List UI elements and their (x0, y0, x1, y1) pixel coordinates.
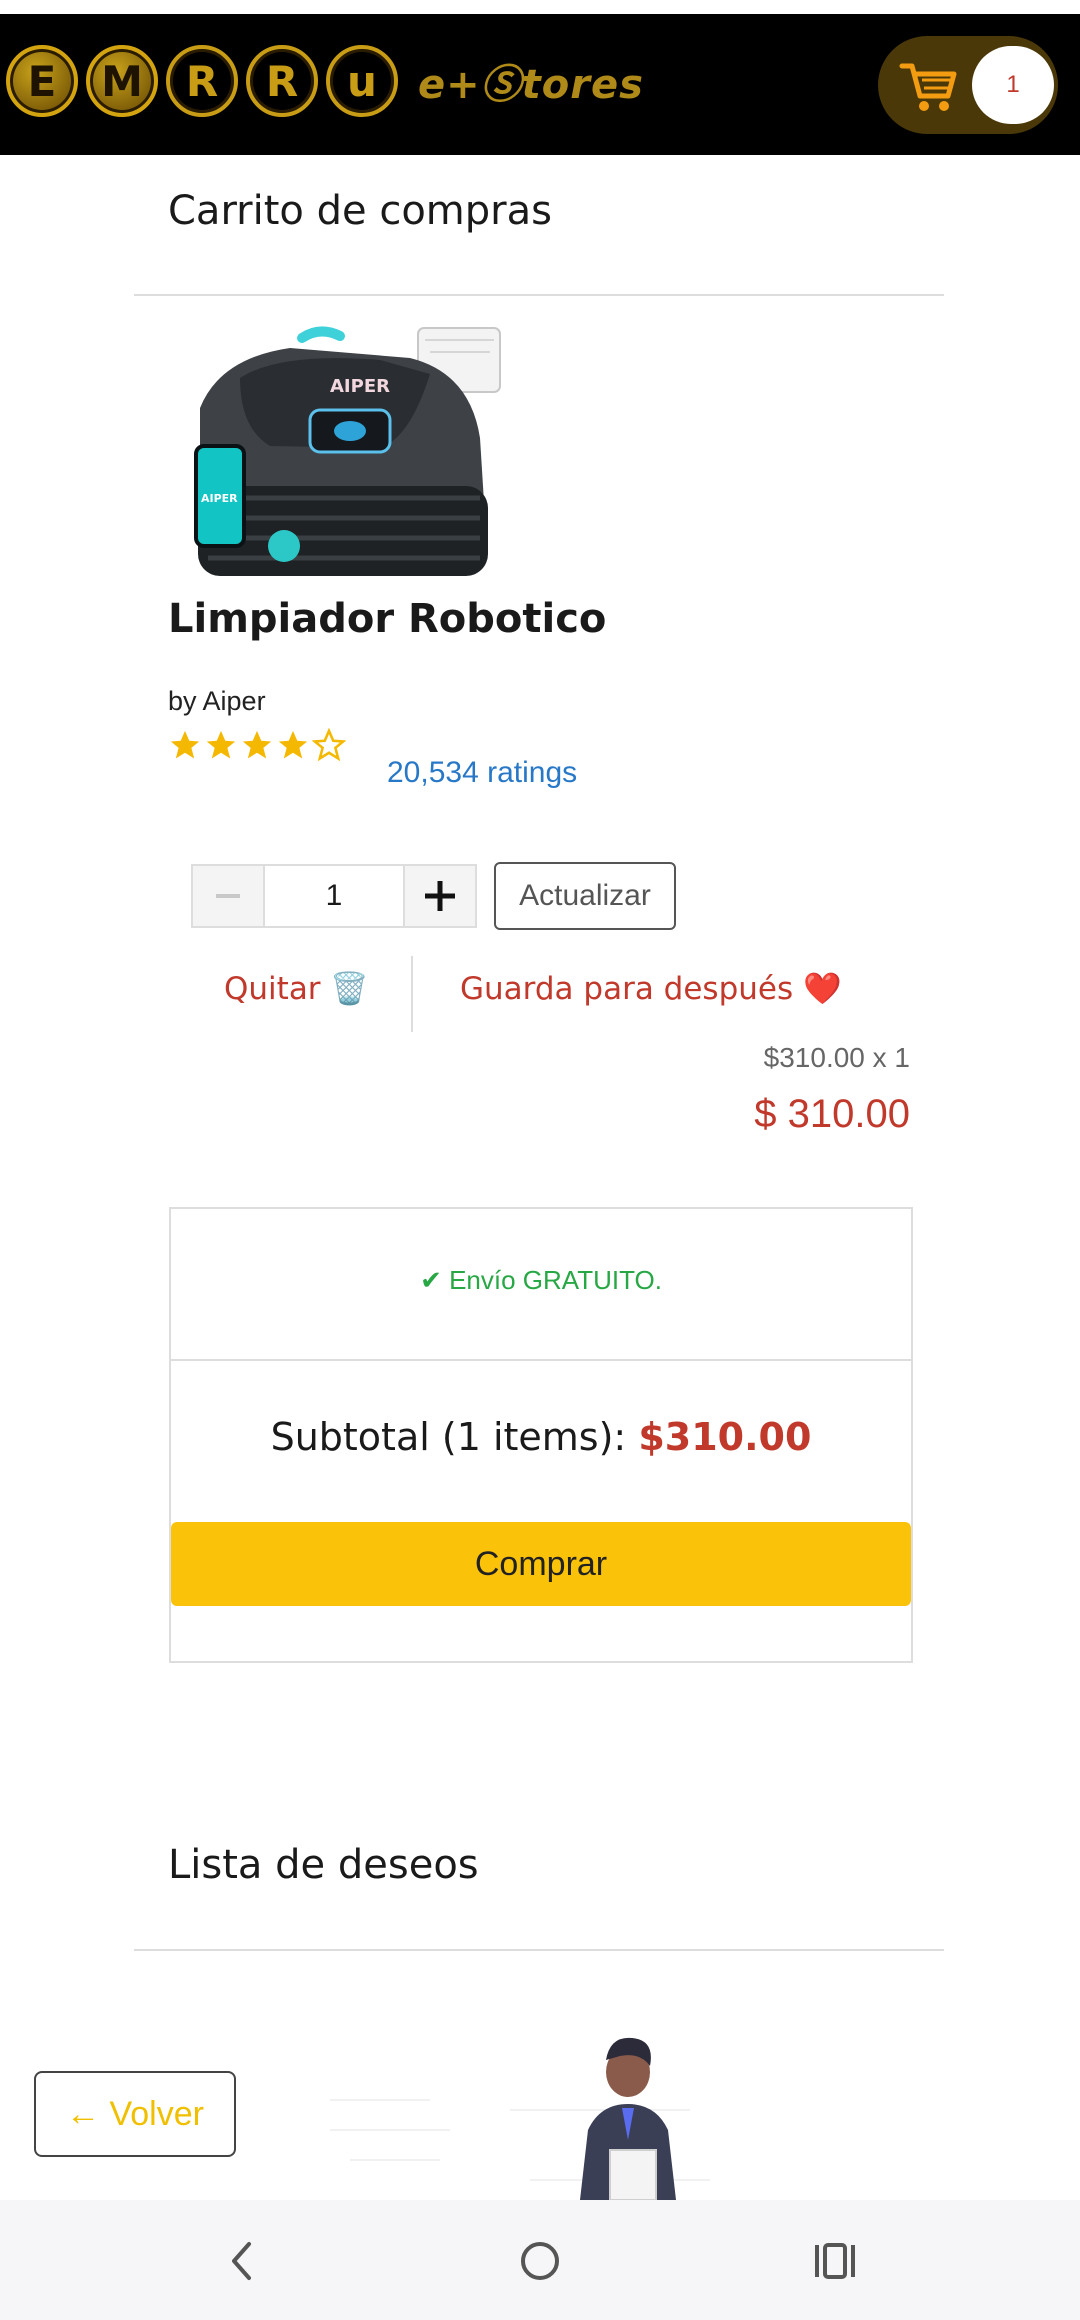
product-name[interactable]: Limpiador Robotico (168, 596, 606, 642)
divider (134, 294, 944, 296)
app-header: E M R R u e+Ⓢtores 1 (0, 14, 1080, 155)
divider (134, 1949, 944, 1951)
system-navigation-bar (0, 2200, 1080, 2320)
wishlist-title: Lista de deseos (168, 1842, 479, 1888)
recents-icon[interactable] (810, 2236, 860, 2286)
svg-text:AIPER: AIPER (330, 376, 390, 397)
star-filled-icon (278, 730, 308, 759)
star-filled-icon (170, 730, 200, 759)
divider (411, 956, 413, 1032)
rating-stars (168, 728, 348, 762)
cart-title: Carrito de compras (168, 188, 552, 234)
logo-letter: u (326, 45, 398, 117)
shipping-section: ✔ Envío GRATUITO. (171, 1209, 911, 1361)
logo-letter: R (166, 45, 238, 117)
star-filled-icon (242, 730, 272, 759)
back-button[interactable]: ← Volver (34, 2071, 236, 2157)
logo-letter: R (246, 45, 318, 117)
subtotal-label: Subtotal (1 items): (270, 1415, 627, 1459)
save-for-later-link[interactable]: Guarda para después ❤️ (460, 970, 842, 1007)
increase-quantity-button[interactable] (403, 864, 477, 928)
free-shipping-notice: ✔ Envío GRATUITO. (420, 1265, 662, 1295)
logo-letter: E (6, 45, 78, 117)
decrease-quantity-button[interactable] (191, 864, 265, 928)
quantity-input[interactable]: 1 (265, 864, 403, 928)
cart-button[interactable]: 1 (878, 36, 1058, 134)
subtotal-line: Subtotal (1 items): $310.00 (171, 1415, 911, 1459)
empty-wishlist-illustration (330, 2037, 710, 2200)
product-image[interactable]: AIPER AIPER (180, 318, 540, 608)
checkout-button[interactable]: Comprar (171, 1522, 911, 1606)
svg-text:AIPER: AIPER (201, 492, 238, 505)
ratings-count-link[interactable]: 20,534 ratings (387, 756, 577, 790)
order-summary-card: ✔ Envío GRATUITO. Subtotal (1 items): $3… (169, 1207, 913, 1663)
logo-letter: M (86, 45, 158, 117)
update-quantity-button[interactable]: Actualizar (494, 862, 676, 930)
quantity-stepper: 1 (191, 864, 477, 928)
star-empty-icon (312, 728, 346, 762)
shopping-cart-icon (899, 63, 957, 111)
unit-price: $310.00 x 1 (763, 1042, 910, 1073)
subtotal-amount: $310.00 (638, 1415, 812, 1459)
back-icon[interactable] (218, 2236, 268, 2286)
item-total-price: $ 310.00 (754, 1092, 910, 1136)
remove-item-link[interactable]: Quitar 🗑️ (224, 970, 369, 1007)
minus-icon (216, 894, 240, 898)
store-logo[interactable]: E M R R u e+Ⓢtores (6, 36, 644, 126)
home-icon[interactable] (515, 2236, 565, 2286)
product-brand: by Aiper (168, 686, 266, 716)
cart-count-badge: 1 (972, 46, 1054, 124)
star-filled-icon (206, 730, 236, 759)
plus-icon (425, 881, 455, 911)
logo-text: e+Ⓢtores (418, 62, 644, 108)
